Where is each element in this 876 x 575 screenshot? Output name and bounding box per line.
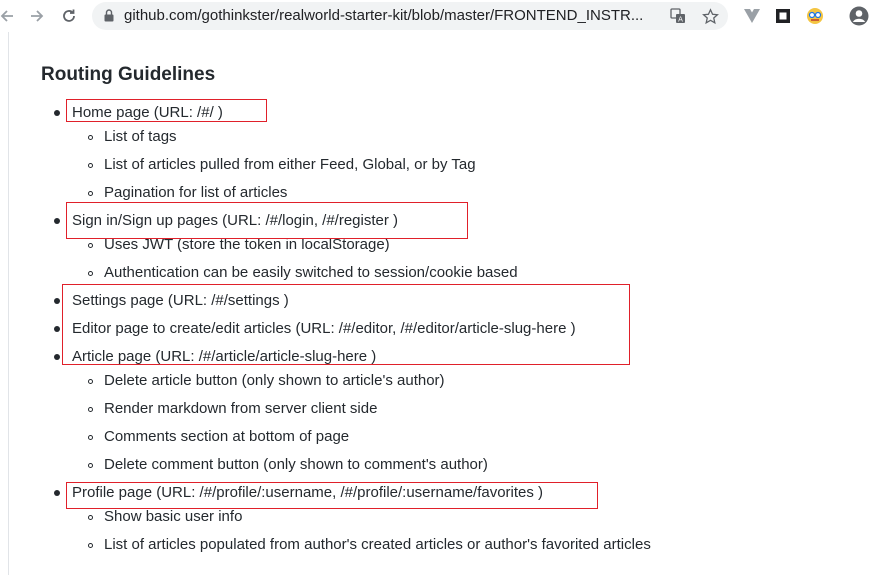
markdown-page: Routing Guidelines Home page (URL: /#/ )… (0, 32, 876, 575)
list-sub-bullet (88, 135, 93, 140)
list-item: List of tags (104, 128, 177, 145)
translate-icon[interactable]: A (668, 6, 688, 26)
list-bullet (54, 298, 60, 304)
back-arrow-icon[interactable] (0, 3, 20, 29)
list-bullet (54, 354, 60, 360)
list-bullet (54, 490, 60, 496)
browser-toolbar: github.com/gothinkster/realworld-starter… (0, 0, 876, 32)
page-heading: Routing Guidelines (41, 64, 216, 85)
vue-devtools-icon[interactable] (741, 5, 763, 27)
list-sub-bullet (88, 163, 93, 168)
list-item: Comments section at bottom of page (104, 428, 350, 445)
list-item: Authentication can be easily switched to… (104, 264, 518, 281)
list-item: Delete comment button (only shown to com… (104, 456, 488, 473)
forward-arrow-icon[interactable] (24, 3, 50, 29)
list-sub-bullet (88, 515, 93, 520)
list-bullet (54, 218, 60, 224)
annotation-box-settings-editor-article (62, 284, 630, 365)
list-item: List of articles populated from author's… (104, 536, 651, 553)
list-sub-bullet (88, 191, 93, 196)
list-item: Delete article button (only shown to art… (104, 372, 445, 389)
list-sub-bullet (88, 407, 93, 412)
list-bullet (54, 326, 60, 332)
list-sub-bullet (88, 379, 93, 384)
extension-square-icon[interactable] (772, 5, 794, 27)
list-sub-bullet (88, 463, 93, 468)
reload-icon[interactable] (56, 3, 82, 29)
url-text[interactable]: github.com/gothinkster/realworld-starter… (124, 2, 649, 30)
annotation-box-sign-in (66, 202, 468, 239)
lock-icon[interactable] (104, 9, 114, 22)
list-item: List of articles pulled from either Feed… (104, 156, 476, 173)
list-sub-bullet (88, 435, 93, 440)
bookmark-star-icon[interactable] (700, 6, 720, 26)
content-border (8, 32, 9, 575)
extension-face-icon[interactable] (804, 5, 826, 27)
list-sub-bullet (88, 243, 93, 248)
list-sub-bullet (88, 543, 93, 548)
list-sub-bullet (88, 271, 93, 276)
list-item: Render markdown from server client side (104, 400, 378, 417)
svg-text:A: A (678, 16, 683, 24)
address-bar[interactable]: github.com/gothinkster/realworld-starter… (92, 2, 728, 30)
annotation-box-home (66, 99, 267, 122)
profile-avatar-icon[interactable] (848, 5, 870, 27)
list-bullet (54, 110, 60, 116)
list-item: Pagination for list of articles (104, 184, 288, 201)
annotation-box-profile (66, 482, 598, 509)
list-item: Show basic user info (104, 508, 243, 525)
